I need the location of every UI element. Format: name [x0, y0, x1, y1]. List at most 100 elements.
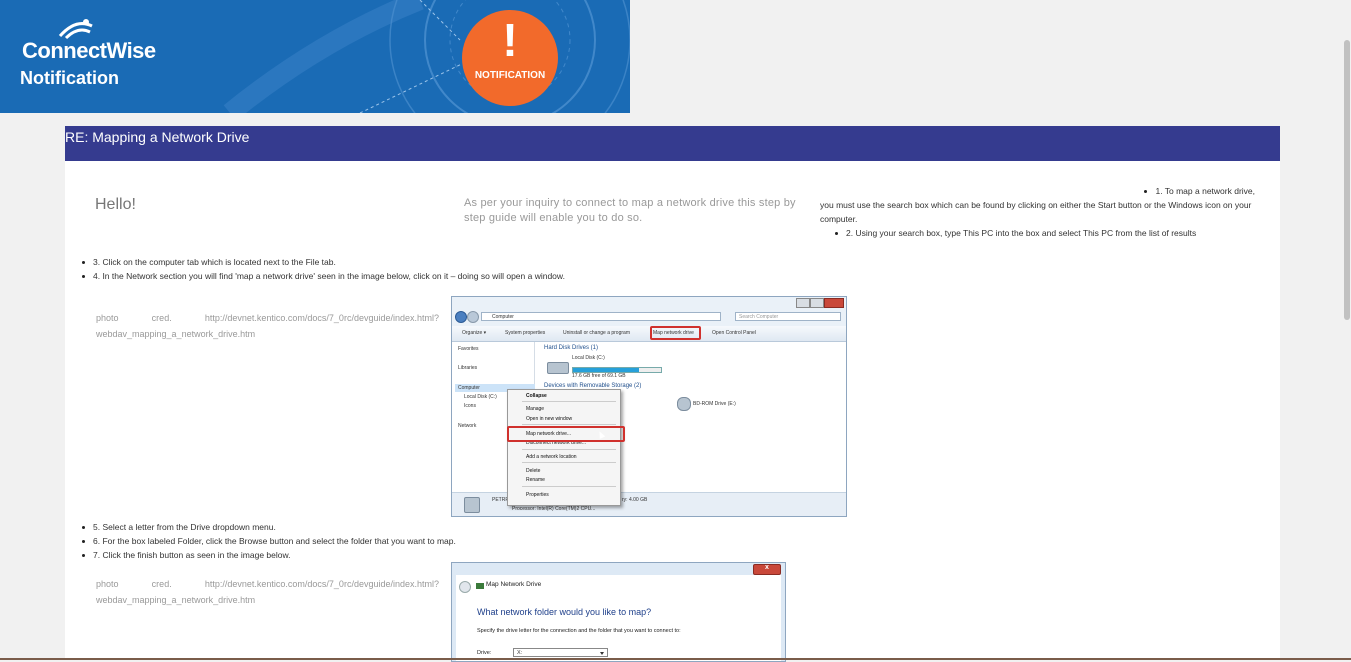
dialog-title: Map Network Drive [486, 581, 542, 588]
nav-libraries: Libraries [458, 365, 478, 371]
notification-banner: ConnectWise Notification ! NOTIFICATION [0, 0, 630, 113]
close-glyph: x [765, 564, 769, 571]
map-drive-dialog-screenshot: x Map Network Drive What network folder … [451, 562, 786, 662]
back-arrow-icon [459, 581, 471, 593]
cmd-organize: Organize ▾ [462, 330, 487, 336]
bullet-icon [82, 261, 85, 265]
nav-network: Network [458, 423, 477, 429]
step-text: 4. In the Network section you will find … [93, 271, 565, 281]
ctx-separator [522, 462, 616, 463]
drive-select: X: [513, 648, 608, 657]
step-1-body: you must use the search box which can be… [820, 200, 1252, 224]
steps-5-7: 5. Select a letter from the Drive dropdo… [82, 520, 456, 562]
ctx-manage: Manage [526, 406, 545, 412]
ctx-separator [522, 449, 616, 450]
notification-badge-label: NOTIFICATION [474, 70, 546, 81]
command-bar: Organize ▾ System properties Uninstall o… [452, 326, 846, 342]
list-item: 6. For the box labeled Folder, click the… [82, 534, 456, 548]
steps-1-2: 1. To map a network drive, you must use … [820, 184, 1255, 240]
connectwise-logo-icon [58, 19, 93, 40]
back-icon [455, 311, 467, 323]
ctx-separator [522, 424, 616, 425]
list-item: 4. In the Network section you will find … [82, 269, 565, 283]
list-item: 5. Select a letter from the Drive dropdo… [82, 520, 456, 534]
ctx-collapse: Collapse [526, 393, 547, 399]
window-controls [796, 298, 844, 308]
ctx-separator [522, 401, 616, 402]
bd-drive-name: BD-ROM Drive (E:) [693, 401, 736, 407]
hard-disk-icon [547, 362, 569, 374]
step-text: 6. For the box labeled Folder, click the… [93, 536, 456, 546]
highlight-map-drive-menu [507, 426, 625, 442]
email-subject: RE: Mapping a Network Drive [65, 129, 250, 145]
cmd-system-properties: System properties [505, 330, 546, 336]
explorer-screenshot: Computer Search Computer Organize ▾ Syst… [451, 296, 847, 517]
highlight-map-drive [650, 326, 701, 340]
vertical-scrollbar[interactable] [1341, 0, 1351, 660]
scrollbar-thumb[interactable] [1344, 40, 1350, 320]
minimize-icon [796, 298, 810, 308]
steps-3-4: 3. Click on the computer tab which is lo… [82, 255, 565, 283]
bd-drive-icon [677, 397, 691, 411]
drive-select-value: X: [517, 650, 523, 656]
group-hard-disks: Hard Disk Drives (1) [544, 345, 599, 351]
chevron-down-icon [600, 652, 604, 655]
photo-credit: photo cred. http://devnet.kentico.com/do… [96, 579, 439, 605]
intro-text: As per your inquiry to connect to map a … [464, 197, 796, 224]
network-drive-icon [476, 583, 484, 589]
list-item: 3. Click on the computer tab which is lo… [82, 255, 565, 269]
photo-credit: photo cred. http://devnet.kentico.com/do… [96, 313, 439, 339]
dialog-heading: What network folder would you like to ma… [477, 607, 652, 617]
step-2-text: 2. Using your search box, type This PC i… [846, 228, 1197, 238]
address-row: Computer Search Computer [455, 311, 841, 323]
bullet-icon [835, 232, 838, 236]
ctx-delete: Delete [526, 468, 541, 474]
step-1-heading: 1. To map a network drive, [820, 184, 1255, 198]
banner-subtitle: Notification [20, 68, 119, 88]
nav-local-disk: Local Disk (C:) [464, 394, 497, 400]
dialog-body: Map Network Drive What network folder wo… [456, 575, 781, 661]
ctx-separator [522, 486, 616, 487]
drive-c-usage-fill [573, 368, 639, 372]
address-bar: Computer [481, 312, 721, 321]
notification-badge: ! NOTIFICATION [462, 10, 558, 106]
list-item: 7. Click the finish button as seen in th… [82, 548, 456, 562]
cmd-open-control-panel: Open Control Panel [712, 330, 756, 336]
drive-c-free: 17.6 GB free of 69.1 GB [572, 373, 626, 379]
step-1-head-text: 1. To map a network drive, [1155, 186, 1255, 196]
nav-icons: Icons [464, 403, 476, 409]
dialog-instruction: Specify the drive letter for the connect… [477, 628, 681, 634]
nav-favorites: Favorites [458, 346, 479, 352]
search-box: Search Computer [735, 312, 841, 321]
computer-icon [464, 497, 480, 513]
bullet-icon [82, 554, 85, 558]
drive-label: Drive: [477, 650, 492, 656]
bullet-icon [1144, 190, 1148, 194]
step-2: 2. Using your search box, type This PC i… [820, 226, 1255, 240]
ctx-add-network-location: Add a network location [526, 454, 577, 460]
maximize-icon [810, 298, 824, 308]
ctx-open-new-window: Open in new window [526, 416, 573, 422]
close-icon [824, 298, 844, 308]
step-text: 7. Click the finish button as seen in th… [93, 550, 291, 560]
bullet-icon [82, 275, 85, 279]
details-memory: ry: 4.00 GB [622, 497, 648, 503]
exclamation-icon: ! [502, 14, 518, 66]
ctx-rename: Rename [526, 477, 545, 483]
email-content: RE: Mapping a Network Drive Hello! As pe… [65, 126, 1280, 662]
cmd-uninstall: Uninstall or change a program [563, 330, 630, 336]
ctx-properties: Properties [526, 492, 549, 498]
subject-bar: RE: Mapping a Network Drive [65, 126, 1280, 161]
details-processor: Processor: Intel(R) Core(TM)2 CPU... [512, 506, 596, 512]
bullet-icon [82, 540, 85, 544]
context-menu: Collapse Manage Open in new window Map n… [507, 389, 621, 506]
step-text: 5. Select a letter from the Drive dropdo… [93, 522, 276, 532]
forward-icon [467, 311, 479, 323]
drive-c-name: Local Disk (C:) [572, 355, 605, 361]
brand-name: ConnectWise [22, 38, 156, 63]
close-icon: x [753, 564, 781, 575]
greeting: Hello! [95, 196, 136, 213]
bullet-icon [82, 526, 85, 530]
step-text: 3. Click on the computer tab which is lo… [93, 257, 336, 267]
nav-computer: Computer [458, 385, 480, 391]
